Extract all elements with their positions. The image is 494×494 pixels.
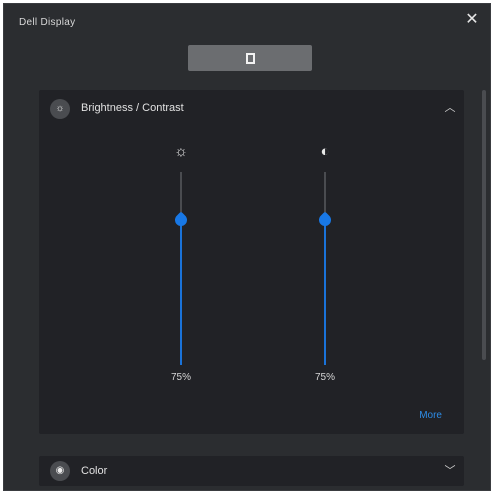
- window-title: Dell Display: [19, 17, 76, 28]
- more-link[interactable]: More: [419, 410, 442, 421]
- contrast-value: 75%: [314, 372, 335, 383]
- brightness-contrast-panel: ☼ Brightness / Contrast ︿ ☼ 75% ◐ 75% Mo…: [39, 90, 464, 434]
- brightness-contrast-icon: ☼: [50, 99, 70, 119]
- sun-icon: ☼: [174, 143, 188, 160]
- color-panel: ◉ Color ﹀: [39, 456, 464, 486]
- contrast-slider-group: ◐ 75%: [305, 142, 345, 392]
- brightness-slider-fill: [180, 220, 182, 365]
- scrollbar[interactable]: [482, 90, 486, 360]
- brightness-contrast-header[interactable]: ☼ Brightness / Contrast ︿: [39, 90, 464, 126]
- contrast-slider-fill: [324, 220, 326, 365]
- brightness-slider-group: ☼ 75%: [161, 142, 201, 392]
- contrast-slider-track[interactable]: [324, 172, 326, 365]
- contrast-slider-thumb[interactable]: [316, 211, 334, 229]
- brightness-slider-thumb[interactable]: [172, 211, 190, 229]
- chevron-up-icon[interactable]: ︿: [444, 102, 456, 114]
- brightness-contrast-title: Brightness / Contrast: [81, 102, 184, 114]
- contrast-icon: ◐: [320, 143, 330, 160]
- close-icon[interactable]: ✕: [464, 12, 480, 28]
- brightness-slider-track[interactable]: [180, 172, 182, 365]
- display-mode-button[interactable]: [188, 45, 312, 71]
- color-icon: ◉: [50, 461, 70, 481]
- color-title: Color: [81, 465, 108, 477]
- dialog-window: Dell Display ✕ ☼ Brightness / Contrast ︿…: [3, 3, 491, 491]
- brightness-value: 75%: [170, 372, 191, 383]
- chevron-down-icon[interactable]: ﹀: [444, 465, 456, 477]
- color-header[interactable]: ◉ Color ﹀: [39, 456, 464, 486]
- monitor-icon: [245, 52, 255, 64]
